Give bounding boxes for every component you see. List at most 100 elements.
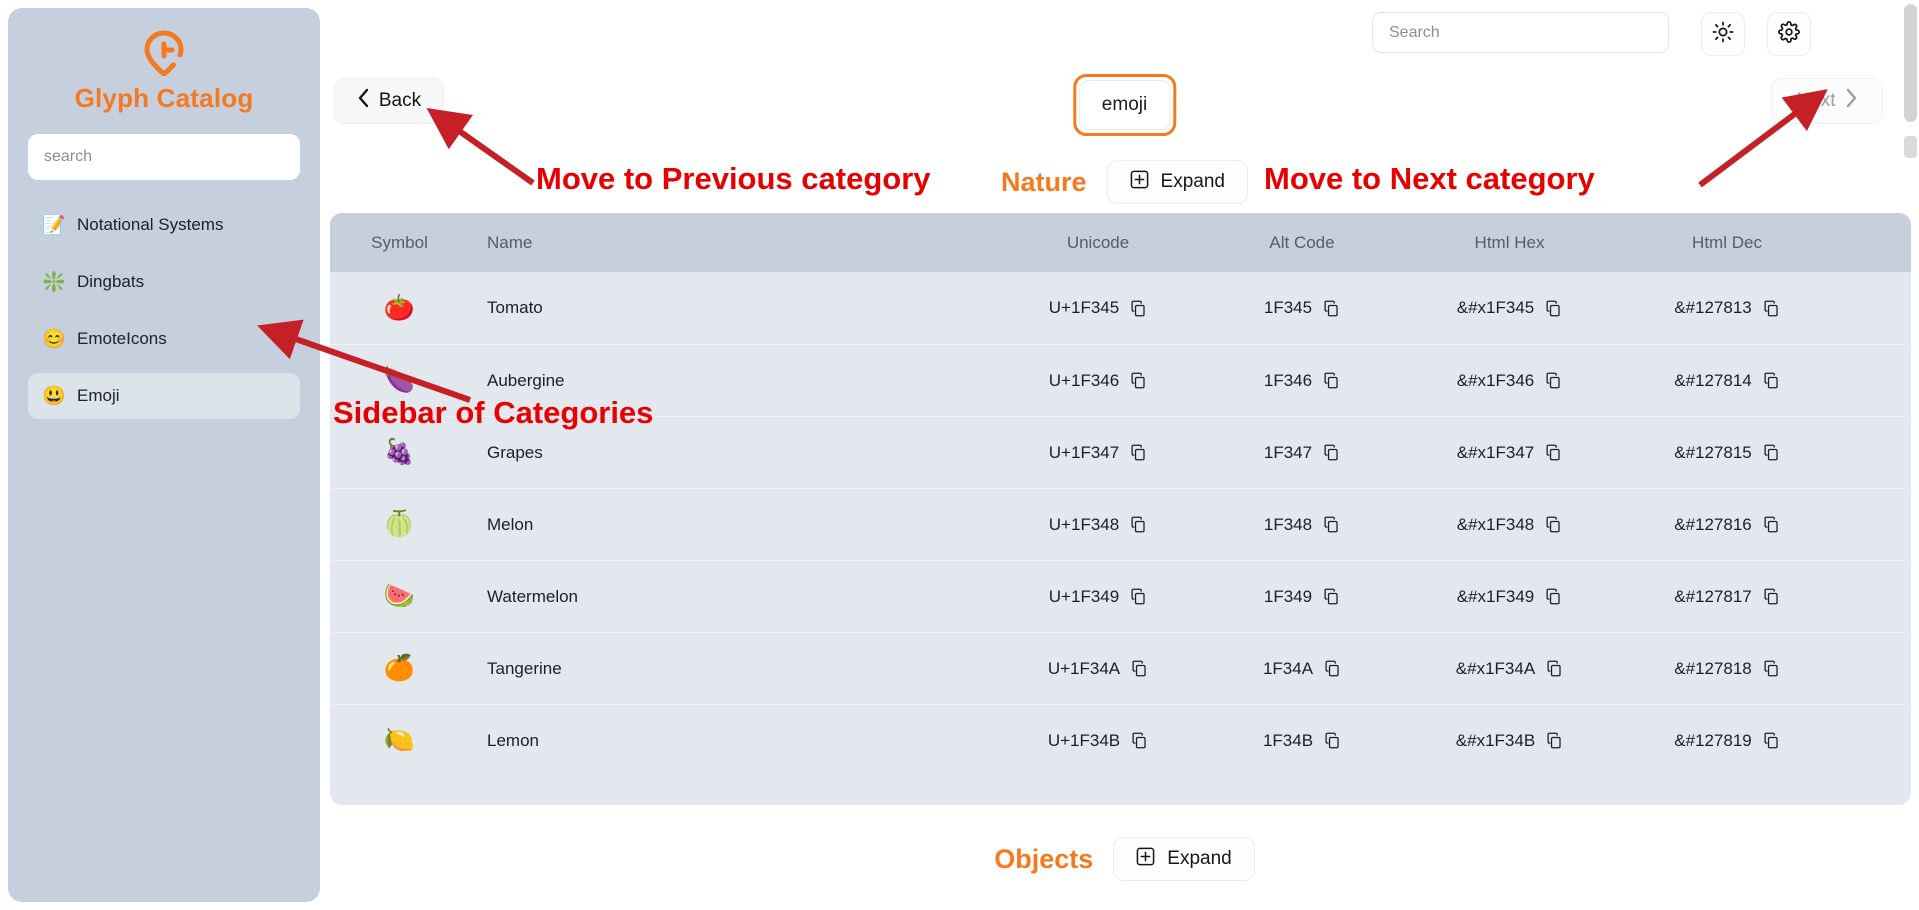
copy-icon[interactable] [1763, 660, 1780, 677]
alt-code-value: 1F346 [1263, 370, 1313, 390]
copy-icon[interactable] [1763, 372, 1780, 389]
current-category-chip-focus: emoji [1072, 74, 1177, 136]
copy-icon[interactable] [1763, 588, 1780, 605]
sidebar-item-emoteicons[interactable]: 😊 EmoteIcons [28, 316, 300, 362]
table-row[interactable]: 🍇 Grapes U+1F347 1F347 &#x1F347 &#127815 [330, 416, 1911, 488]
alt-code-value: 1F345 [1263, 298, 1313, 317]
glyph-name: Grapes [487, 442, 543, 462]
expand-button-objects[interactable]: Expand [1113, 837, 1255, 881]
glyph-name: Melon [487, 514, 534, 534]
copy-icon[interactable] [1323, 588, 1340, 605]
copy-icon[interactable] [1545, 516, 1562, 533]
theme-toggle-button[interactable] [1701, 12, 1745, 56]
expand-button-nature[interactable]: Expand [1106, 160, 1248, 204]
copy-icon[interactable] [1763, 444, 1780, 461]
table-row[interactable]: 🍆 Aubergine U+1F346 1F346 &#x1F346 &#127814 [330, 344, 1911, 416]
category-nav-row: Back emoji Next [330, 74, 1919, 136]
smiling-face-icon: 😊 [42, 328, 66, 350]
dingbat-star-icon: ❇️ [42, 271, 66, 293]
memo-icon: 📝 [42, 214, 66, 236]
table-row[interactable]: 🍉 Watermelon U+1F349 1F349 &#x1F349 &#127817 [330, 560, 1911, 632]
chevron-left-icon [357, 88, 370, 114]
section-header-nature: Nature Expand [330, 155, 1919, 209]
glyph-symbol: 🍅 [383, 293, 416, 322]
sidebar-item-dingbats[interactable]: ❇️ Dingbats [28, 259, 300, 305]
html-hex-value: &#x1F34B [1455, 730, 1536, 750]
copy-icon[interactable] [1130, 588, 1147, 605]
glyph-name: Aubergine [487, 370, 565, 390]
next-button[interactable]: Next [1771, 78, 1883, 124]
copy-icon[interactable] [1763, 732, 1780, 749]
table-row[interactable]: 🍊 Tangerine U+1F34A 1F34A &#x1F34A &#127818 [330, 632, 1911, 704]
glyph-name: Tangerine [487, 658, 562, 678]
copy-icon[interactable] [1546, 660, 1563, 677]
copy-icon[interactable] [1130, 372, 1147, 389]
unicode-value: U+1F345 [1048, 298, 1120, 317]
scrollbar-arrow[interactable] [1904, 136, 1917, 158]
column-header-unicode: Unicode [1066, 232, 1130, 252]
copy-icon[interactable] [1763, 300, 1780, 317]
table-row[interactable]: 🍅 Tomato U+1F345 1F345 &#x1F345 &#127813 [330, 272, 1911, 344]
copy-icon[interactable] [1130, 300, 1147, 317]
scrollbar-thumb[interactable] [1904, 4, 1917, 122]
html-dec-value: &#127817 [1674, 586, 1752, 606]
sidebar-item-notational-systems[interactable]: 📝 Notational Systems [28, 202, 300, 248]
current-category-chip[interactable]: emoji [1078, 80, 1171, 130]
copy-icon[interactable] [1546, 732, 1563, 749]
sidebar-search-input[interactable] [28, 134, 300, 181]
plus-square-icon [1136, 847, 1155, 872]
expand-button-label: Expand [1167, 848, 1232, 869]
copy-icon[interactable] [1763, 516, 1780, 533]
copy-icon[interactable] [1130, 444, 1147, 461]
table-row[interactable]: 🍋 Lemon U+1F34B 1F34B &#x1F34B &#127819 [330, 704, 1911, 776]
copy-icon[interactable] [1323, 444, 1340, 461]
copy-icon[interactable] [1545, 588, 1562, 605]
html-dec-value: &#127815 [1674, 442, 1752, 462]
unicode-value: U+1F348 [1048, 514, 1120, 534]
copy-icon[interactable] [1324, 660, 1341, 677]
sidebar-item-label: Notational Systems [77, 215, 224, 235]
brand: Glyph Catalog [28, 30, 300, 114]
search-input[interactable] [1372, 12, 1669, 53]
sidebar-item-label: Emoji [77, 386, 120, 406]
section-header-objects: Objects Expand [330, 832, 1919, 886]
grinning-face-icon: 😃 [42, 385, 66, 407]
chevron-right-icon [1845, 88, 1858, 114]
glyph-name: Lemon [487, 730, 539, 750]
copy-icon[interactable] [1323, 372, 1340, 389]
copy-icon[interactable] [1130, 516, 1147, 533]
expand-button-label: Expand [1160, 171, 1225, 192]
copy-icon[interactable] [1545, 372, 1562, 389]
copy-icon[interactable] [1545, 444, 1562, 461]
html-hex-value: &#x1F347 [1456, 442, 1535, 462]
html-dec-value: &#127818 [1674, 658, 1752, 678]
table-header-row: Symbol Name Unicode Alt Code Html Hex Ht… [330, 213, 1911, 272]
glyph-symbol: 🍉 [383, 582, 416, 610]
copy-icon[interactable] [1323, 300, 1340, 317]
topbar [330, 0, 1919, 72]
unicode-value: U+1F34A [1047, 658, 1121, 678]
back-button[interactable]: Back [334, 78, 444, 124]
next-button-label: Next [1796, 90, 1836, 111]
alt-code-value: 1F347 [1263, 442, 1313, 462]
copy-icon[interactable] [1131, 732, 1148, 749]
sidebar-item-emoji[interactable]: 😃 Emoji [28, 373, 300, 420]
category-list: 📝 Notational Systems ❇️ Dingbats 😊 Emote… [28, 202, 300, 420]
column-header-html-hex: Html Hex [1474, 232, 1545, 252]
glyph-table: Symbol Name Unicode Alt Code Html Hex Ht… [330, 213, 1911, 805]
copy-icon[interactable] [1131, 660, 1148, 677]
section-title: Nature [1001, 166, 1087, 197]
glyph-symbol: 🍈 [383, 510, 416, 538]
copy-icon[interactable] [1545, 300, 1562, 317]
alt-code-value: 1F349 [1263, 586, 1313, 606]
plus-square-icon [1130, 170, 1149, 195]
copy-icon[interactable] [1324, 732, 1341, 749]
table-row[interactable]: 🍈 Melon U+1F348 1F348 &#x1F348 &#127816 [330, 488, 1911, 560]
html-hex-value: &#x1F34A [1455, 658, 1536, 678]
settings-button[interactable] [1767, 12, 1811, 56]
page-scrollbar[interactable] [1902, 0, 1919, 910]
html-dec-value: &#127814 [1674, 370, 1752, 390]
glyph-name: Watermelon [487, 586, 579, 606]
copy-icon[interactable] [1323, 516, 1340, 533]
html-hex-value: &#x1F349 [1456, 586, 1535, 606]
